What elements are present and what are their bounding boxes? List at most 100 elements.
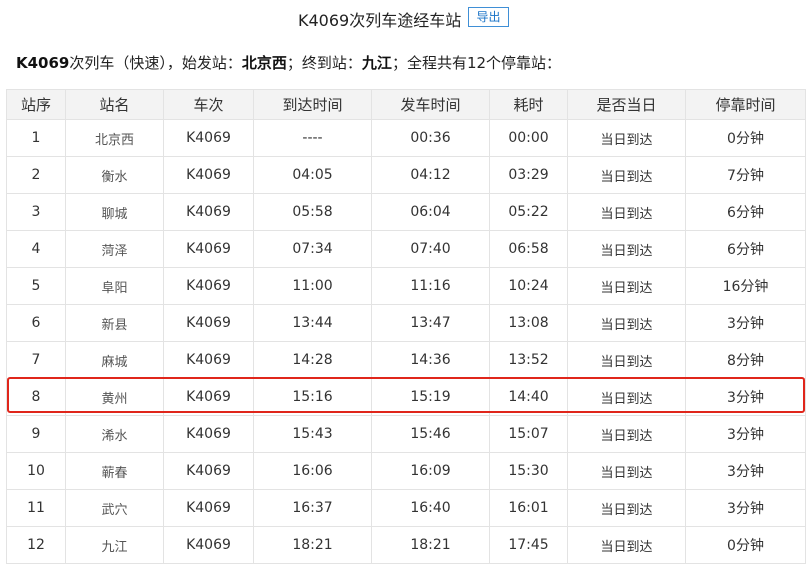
cell-train-number: K4069 — [163, 415, 254, 453]
cell-station-name: 武穴 — [65, 489, 164, 527]
cell-station-name: 菏泽 — [65, 230, 164, 268]
stops-table: 站序 站名 车次 到达时间 发车时间 耗时 是否当日 停靠时间 1 北京西 K406… — [6, 89, 806, 564]
cell-arrival-time: 15:43 — [253, 415, 372, 453]
cell-arrival-time: 16:06 — [253, 452, 372, 490]
cell-elapsed-time: 13:52 — [489, 341, 568, 379]
cell-stop-order: 11 — [6, 489, 66, 527]
cell-stop-order: 7 — [6, 341, 66, 379]
stops-table-body: 1 北京西 K4069 ---- 00:36 00:00 当日到达 0分钟 2 衡水 K4069 04… — [6, 119, 806, 564]
cell-train-number: K4069 — [163, 304, 254, 342]
cell-station-name: 浠水 — [65, 415, 164, 453]
cell-train-number: K4069 — [163, 341, 254, 379]
cell-station-name: 九江 — [65, 526, 164, 564]
cell-elapsed-time: 17:45 — [489, 526, 568, 564]
cell-stop-duration: 3分钟 — [685, 378, 806, 416]
cell-train-number: K4069 — [163, 267, 254, 305]
cell-stop-duration: 6分钟 — [685, 230, 806, 268]
cell-stop-duration: 3分钟 — [685, 452, 806, 490]
page-title: K4069次列车途经车站 — [298, 11, 462, 30]
cell-station-name: 衡水 — [65, 156, 164, 194]
cell-stop-duration: 0分钟 — [685, 526, 806, 564]
cell-stop-order: 1 — [6, 119, 66, 157]
header-stop-duration: 停靠时间 — [685, 89, 806, 120]
cell-elapsed-time: 13:08 — [489, 304, 568, 342]
cell-station-name: 阜阳 — [65, 267, 164, 305]
cell-arrival-time: 11:00 — [253, 267, 372, 305]
cell-stop-order: 4 — [6, 230, 66, 268]
cell-station-name: 新县 — [65, 304, 164, 342]
cell-elapsed-time: 16:01 — [489, 489, 568, 527]
table-row: 3 聊城 K4069 05:58 06:04 05:22 当日到达 6分钟 — [6, 193, 806, 231]
cell-arrival-time: 05:58 — [253, 193, 372, 231]
cell-elapsed-time: 15:07 — [489, 415, 568, 453]
cell-train-number: K4069 — [163, 156, 254, 194]
cell-train-number: K4069 — [163, 526, 254, 564]
cell-elapsed-time: 14:40 — [489, 378, 568, 416]
table-row: 11 武穴 K4069 16:37 16:40 16:01 当日到达 3分钟 — [6, 489, 806, 527]
cell-same-day: 当日到达 — [567, 156, 686, 194]
cell-same-day: 当日到达 — [567, 415, 686, 453]
cell-same-day: 当日到达 — [567, 119, 686, 157]
cell-stop-order: 2 — [6, 156, 66, 194]
cell-stop-duration: 3分钟 — [685, 489, 806, 527]
cell-arrival-time: 07:34 — [253, 230, 372, 268]
cell-departure-time: 18:21 — [371, 526, 490, 564]
cell-departure-time: 06:04 — [371, 193, 490, 231]
cell-station-name: 黄州 — [65, 378, 164, 416]
cell-departure-time: 04:12 — [371, 156, 490, 194]
table-row: 12 九江 K4069 18:21 18:21 17:45 当日到达 0分钟 — [6, 526, 806, 564]
summary-terminal-station: 九江 — [361, 54, 392, 72]
cell-same-day: 当日到达 — [567, 193, 686, 231]
cell-arrival-time: 16:37 — [253, 489, 372, 527]
summary-text-terminal: ；全程共有12个停靠站： — [391, 54, 562, 72]
cell-stop-duration: 3分钟 — [685, 415, 806, 453]
cell-stop-order: 5 — [6, 267, 66, 305]
cell-same-day: 当日到达 — [567, 341, 686, 379]
route-summary: K4069次列车（快速），始发站：北京西；终到站：九江；全程共有12个停靠站： — [16, 52, 561, 73]
cell-stop-duration: 3分钟 — [685, 304, 806, 342]
cell-stop-duration: 6分钟 — [685, 193, 806, 231]
cell-departure-time: 00:36 — [371, 119, 490, 157]
cell-stop-order: 12 — [6, 526, 66, 564]
cell-elapsed-time: 03:29 — [489, 156, 568, 194]
cell-arrival-time: ---- — [253, 119, 372, 157]
cell-departure-time: 14:36 — [371, 341, 490, 379]
header-same-day: 是否当日 — [567, 89, 686, 120]
table-row: 1 北京西 K4069 ---- 00:36 00:00 当日到达 0分钟 — [6, 119, 806, 157]
cell-same-day: 当日到达 — [567, 304, 686, 342]
cell-stop-order: 6 — [6, 304, 66, 342]
cell-elapsed-time: 05:22 — [489, 193, 568, 231]
table-row: 7 麻城 K4069 14:28 14:36 13:52 当日到达 8分钟 — [6, 341, 806, 379]
summary-train-number: K4069 — [16, 54, 70, 72]
cell-train-number: K4069 — [163, 230, 254, 268]
cell-train-number: K4069 — [163, 119, 254, 157]
cell-train-number: K4069 — [163, 452, 254, 490]
cell-departure-time: 11:16 — [371, 267, 490, 305]
header-elapsed-time: 耗时 — [489, 89, 568, 120]
header-train-number: 车次 — [163, 89, 254, 120]
table-header-row: 站序 站名 车次 到达时间 发车时间 耗时 是否当日 停靠时间 — [6, 89, 806, 120]
export-button[interactable]: 导出 — [468, 7, 509, 27]
cell-station-name: 北京西 — [65, 119, 164, 157]
cell-elapsed-time: 10:24 — [489, 267, 568, 305]
cell-train-number: K4069 — [163, 193, 254, 231]
cell-departure-time: 15:19 — [371, 378, 490, 416]
cell-train-number: K4069 — [163, 489, 254, 527]
cell-arrival-time: 15:16 — [253, 378, 372, 416]
cell-station-name: 蕲春 — [65, 452, 164, 490]
header-arrival-time: 到达时间 — [253, 89, 372, 120]
cell-stop-order: 8 — [6, 378, 66, 416]
cell-stop-duration: 8分钟 — [685, 341, 806, 379]
cell-station-name: 聊城 — [65, 193, 164, 231]
title-bar: K4069次列车途经车站 导出 — [0, 0, 811, 36]
cell-elapsed-time: 00:00 — [489, 119, 568, 157]
cell-same-day: 当日到达 — [567, 230, 686, 268]
cell-departure-time: 16:40 — [371, 489, 490, 527]
cell-stop-duration: 0分钟 — [685, 119, 806, 157]
cell-elapsed-time: 06:58 — [489, 230, 568, 268]
summary-text-train: 次列车（快速），始发站： — [69, 54, 242, 72]
summary-origin-station: 北京西 — [241, 54, 287, 72]
cell-stop-order: 3 — [6, 193, 66, 231]
cell-arrival-time: 13:44 — [253, 304, 372, 342]
table-row: 5 阜阳 K4069 11:00 11:16 10:24 当日到达 16分钟 — [6, 267, 806, 305]
